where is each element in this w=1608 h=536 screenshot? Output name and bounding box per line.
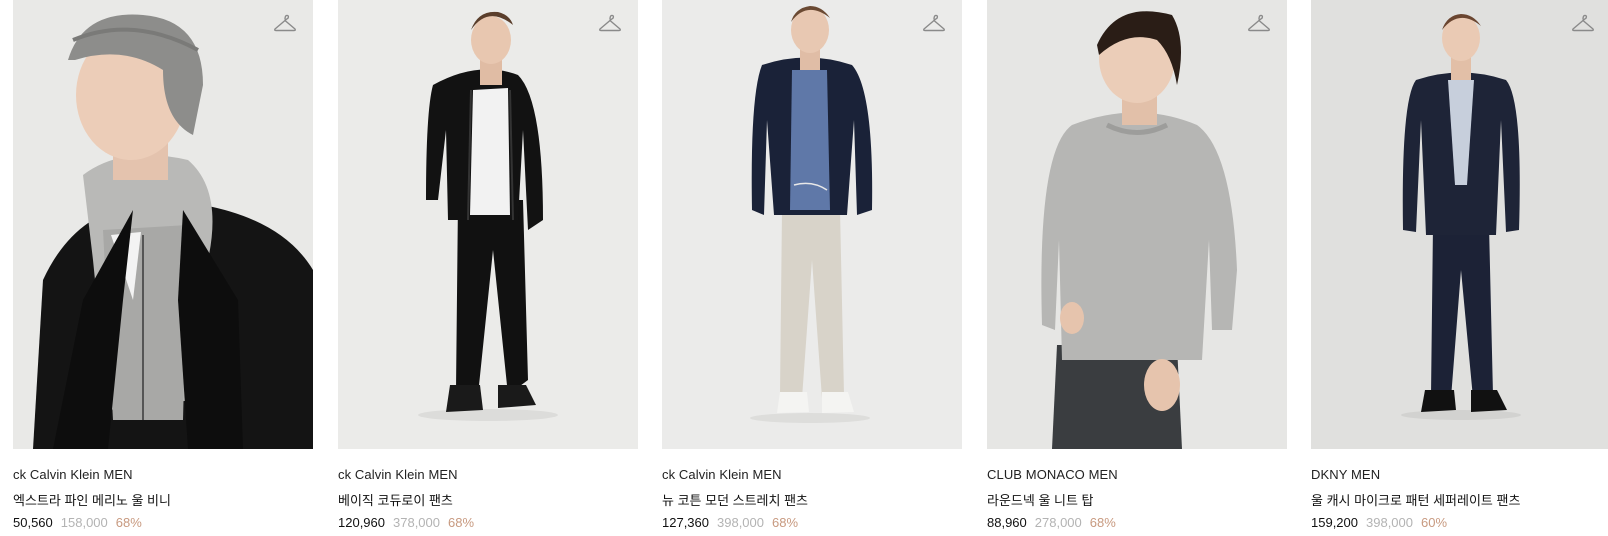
brand-name[interactable]: ck Calvin Klein MEN xyxy=(13,467,133,482)
product-card[interactable]: DKNY MEN 울 캐시 마이크로 패턴 세퍼레이트 팬츠 159,200 39… xyxy=(1311,0,1608,536)
original-price: 398,000 xyxy=(717,515,764,530)
product-name[interactable]: 뉴 코튼 모던 스트레치 팬츠 xyxy=(662,490,808,509)
hanger-icon[interactable] xyxy=(1247,12,1271,34)
price-row: 127,360 398,000 68% xyxy=(662,515,798,530)
original-price: 398,000 xyxy=(1366,515,1413,530)
product-card[interactable]: ck Calvin Klein MEN 뉴 코튼 모던 스트레치 팬츠 127,… xyxy=(662,0,962,536)
product-name[interactable]: 엑스트라 파인 메리노 울 비니 xyxy=(13,490,171,509)
product-image[interactable] xyxy=(1311,0,1608,449)
brand-name[interactable]: CLUB MONACO MEN xyxy=(987,467,1118,482)
sale-price: 127,360 xyxy=(662,515,709,530)
original-price: 378,000 xyxy=(393,515,440,530)
product-grid: ck Calvin Klein MEN 엑스트라 파인 메리노 울 비니 50,… xyxy=(0,0,1608,536)
sale-price: 159,200 xyxy=(1311,515,1358,530)
hanger-icon[interactable] xyxy=(273,12,297,34)
product-image[interactable] xyxy=(662,0,962,449)
product-image[interactable] xyxy=(987,0,1287,449)
original-price: 158,000 xyxy=(60,515,108,530)
hanger-icon[interactable] xyxy=(1571,12,1595,34)
product-name[interactable]: 울 캐시 마이크로 패턴 세퍼레이트 팬츠 xyxy=(1311,490,1520,509)
discount-rate: 60% xyxy=(1421,515,1448,530)
original-price: 278,000 xyxy=(1034,515,1082,530)
product-image[interactable] xyxy=(13,0,313,449)
brand-name[interactable]: DKNY MEN xyxy=(1311,467,1380,482)
sale-price: 50,560 xyxy=(13,515,53,530)
product-card[interactable]: CLUB MONACO MEN 라운드넥 울 니트 탑 88,960 278,00… xyxy=(987,0,1287,536)
product-name[interactable]: 베이직 코듀로이 팬츠 xyxy=(338,490,453,509)
price-row: 120,960 378,000 68% xyxy=(338,515,474,530)
price-row: 159,200 398,000 60% xyxy=(1311,515,1447,530)
discount-rate: 68% xyxy=(115,515,142,530)
discount-rate: 68% xyxy=(772,515,799,530)
hanger-icon[interactable] xyxy=(598,12,622,34)
hanger-icon[interactable] xyxy=(922,12,946,34)
brand-name[interactable]: ck Calvin Klein MEN xyxy=(338,467,458,482)
product-card[interactable]: ck Calvin Klein MEN 베이직 코듀로이 팬츠 120,960 3… xyxy=(338,0,638,536)
price-row: 88,960 278,000 68% xyxy=(987,515,1116,530)
product-name[interactable]: 라운드넥 울 니트 탑 xyxy=(987,490,1094,509)
discount-rate: 68% xyxy=(1089,515,1116,530)
sale-price: 88,960 xyxy=(987,515,1027,530)
product-card[interactable]: ck Calvin Klein MEN 엑스트라 파인 메리노 울 비니 50,… xyxy=(13,0,313,536)
discount-rate: 68% xyxy=(448,515,475,530)
sale-price: 120,960 xyxy=(338,515,385,530)
price-row: 50,560 158,000 68% xyxy=(13,515,142,530)
brand-name[interactable]: ck Calvin Klein MEN xyxy=(662,467,782,482)
product-image[interactable] xyxy=(338,0,638,449)
